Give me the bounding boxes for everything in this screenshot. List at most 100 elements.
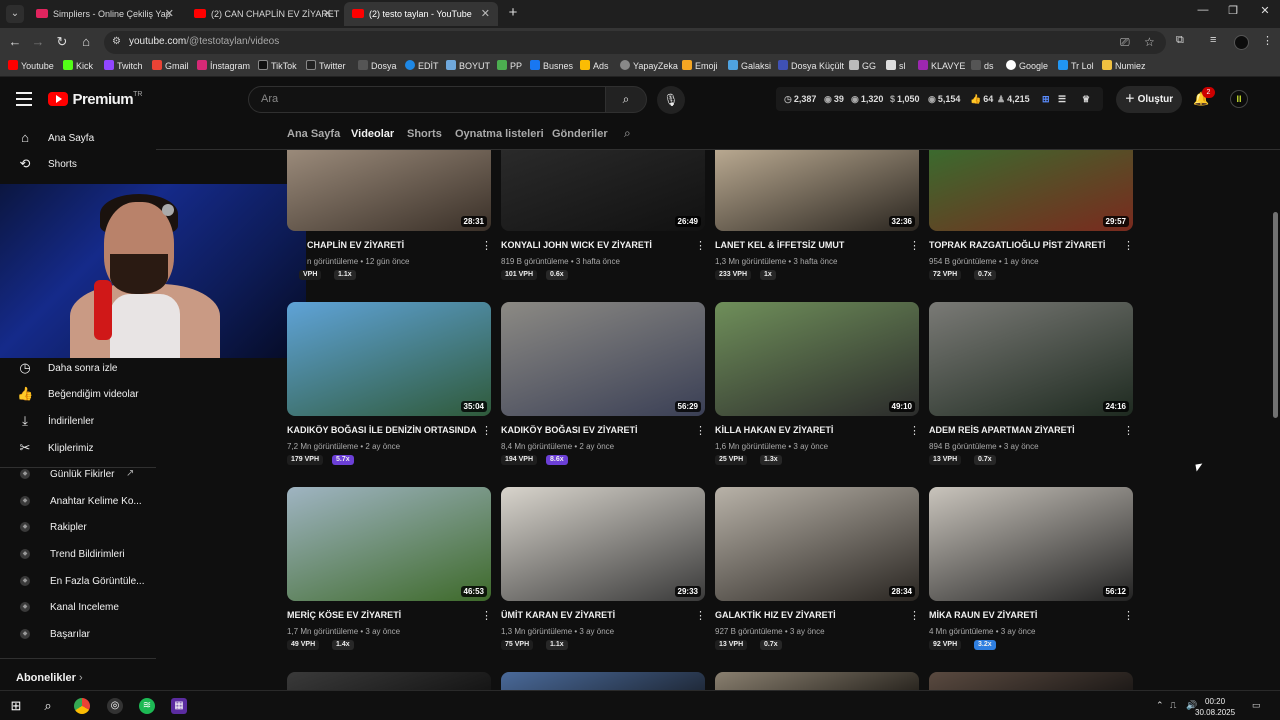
voice-search-button[interactable]: 🎙 — [657, 86, 685, 114]
search-button[interactable]: ⌕ — [605, 86, 647, 113]
close-tab-icon[interactable]: ✕ — [323, 2, 332, 26]
youtube-premium-logo[interactable]: PremiumTR — [48, 91, 143, 109]
sidebar-item-keywords[interactable]: ◆ Anahtar Kelime Ko... — [0, 489, 156, 515]
network-icon[interactable]: ⎍ — [1170, 700, 1176, 711]
bookmark-gmail[interactable]: Gmail — [152, 60, 189, 71]
sidebar-item-watch-later[interactable]: ◷ Daha sonra izle — [0, 356, 156, 382]
bookmark-dosya[interactable]: Dosya — [358, 60, 397, 71]
sidebar-item-competitors[interactable]: ◆ Rakipler — [0, 515, 156, 541]
tab-videos[interactable]: Videolar — [351, 128, 394, 140]
app-icon[interactable]: ▦ — [171, 698, 187, 714]
notification-center-icon[interactable]: ▭ — [1252, 700, 1261, 711]
more-options-icon[interactable]: ⋮ — [1123, 239, 1134, 252]
bookmark-numiez[interactable]: Numiez — [1102, 60, 1146, 71]
browser-tab-1[interactable]: Simpliers - Online Çekiliş Yap ✕ — [28, 2, 182, 26]
close-tab-icon[interactable]: ✕ — [481, 2, 490, 26]
more-options-icon[interactable]: ⋮ — [1123, 424, 1134, 437]
video-thumbnail[interactable]: 35:04 — [287, 302, 491, 416]
bookmark-klavye[interactable]: KLAVYE — [918, 60, 965, 71]
bookmark-edit[interactable]: EDİT — [405, 60, 439, 71]
video-title[interactable]: GALAKTİK HIZ EV ZİYARETİ — [715, 610, 836, 620]
video-thumbnail[interactable] — [287, 672, 491, 690]
tab-shorts[interactable]: Shorts — [407, 128, 442, 140]
extensions-icon[interactable]: ⧉ — [1176, 34, 1184, 47]
video-title[interactable]: ADEM REİS APARTMAN ZİYARETİ — [929, 425, 1075, 435]
restore-icon[interactable]: ❐ — [1218, 4, 1248, 17]
chrome-icon[interactable] — [74, 698, 90, 714]
more-options-icon[interactable]: ⋮ — [695, 239, 706, 252]
more-options-icon[interactable]: ⋮ — [695, 424, 706, 437]
tab-search-button[interactable]: ⌄ — [6, 5, 24, 23]
bookmark-yapayzeka[interactable]: YapayZeka — [620, 60, 678, 71]
bookmark-google[interactable]: Google — [1006, 60, 1048, 71]
browser-tab-2[interactable]: (2) CAN CHAPLİN EV ZİYARETİ ✕ — [186, 2, 340, 26]
bookmark-twitter[interactable]: Twitter — [306, 60, 346, 71]
more-options-icon[interactable]: ⋮ — [1123, 609, 1134, 622]
page-scrollbar[interactable] — [1270, 150, 1280, 690]
media-control-icon[interactable]: ≡ — [1210, 34, 1216, 46]
taskbar-clock[interactable]: 00:20 30.08.2025 — [1195, 696, 1235, 718]
new-tab-button[interactable]: + — [504, 3, 522, 23]
spotify-icon[interactable]: ≋ — [139, 698, 155, 714]
site-info-icon[interactable]: ⚙ — [112, 36, 121, 47]
video-thumbnail[interactable]: 29:33 — [501, 487, 705, 601]
home-icon[interactable]: ⌂ — [76, 33, 96, 51]
bookmark-emoji[interactable]: Emoji — [682, 60, 718, 71]
sidebar-item-downloads[interactable]: ⤓ İndirilenler — [0, 409, 156, 435]
video-thumbnail[interactable]: 32:36 — [715, 150, 919, 231]
video-title[interactable]: MERİÇ KÖSE EV ZİYARETİ — [287, 610, 401, 620]
bookmark-star-icon[interactable]: ☆ — [1144, 35, 1155, 49]
video-title[interactable]: MİKA RAUN EV ZİYARETİ — [929, 610, 1037, 620]
bookmark-galaksi[interactable]: Galaksi — [728, 60, 771, 71]
minimize-icon[interactable]: — — [1188, 4, 1218, 16]
address-bar[interactable]: ⚙ youtube.com/@testotaylan/videos ⎚ ☆ — [104, 31, 1166, 54]
bookmark-youtube[interactable]: Youtube — [8, 60, 54, 71]
video-title[interactable]: KADIKÖY BOĞASI EV ZİYARETİ — [501, 425, 638, 435]
video-thumbnail[interactable]: 26:49 — [501, 150, 705, 231]
bookmark-sl[interactable]: sl — [886, 60, 906, 71]
search-icon[interactable]: ⌕ — [40, 698, 56, 714]
video-thumbnail[interactable]: 28:31 — [287, 150, 491, 231]
profile-avatar[interactable] — [1234, 35, 1249, 50]
back-icon[interactable]: ← — [5, 33, 25, 51]
video-title[interactable]: LANET KEL & İFFETSİZ UMUT — [715, 240, 844, 250]
sidebar-item-daily-ideas[interactable]: ◆ Günlük Fikirler ↗ — [0, 462, 156, 488]
video-thumbnail[interactable] — [715, 672, 919, 690]
video-title[interactable]: KADIKÖY BOĞASI İLE DENİZİN ORTASINDA — [287, 425, 477, 435]
sidebar-item-home[interactable]: ⌂ Ana Sayfa — [0, 126, 156, 152]
bookmark-ads[interactable]: Ads — [580, 60, 609, 71]
close-tab-icon[interactable]: ✕ — [165, 2, 174, 26]
bookmark-trlol[interactable]: Tr Lol — [1058, 60, 1094, 71]
scrollbar-thumb[interactable] — [1273, 212, 1278, 418]
more-options-icon[interactable]: ⋮ — [909, 424, 920, 437]
bookmark-twitch[interactable]: Twitch — [104, 60, 143, 71]
list-icon[interactable]: ☰ — [1058, 94, 1066, 105]
trophy-icon[interactable]: ♕ — [1082, 94, 1090, 105]
translate-icon[interactable]: ⊞ — [1042, 94, 1050, 105]
browser-menu-icon[interactable]: ⋮ — [1262, 34, 1273, 47]
bookmark-pp[interactable]: PP — [497, 60, 522, 71]
account-avatar[interactable]: II — [1230, 90, 1248, 108]
create-button[interactable]: ＋ Oluştur — [1116, 86, 1182, 113]
bookmark-kick[interactable]: Kick — [63, 60, 93, 71]
more-options-icon[interactable]: ⋮ — [909, 239, 920, 252]
close-window-icon[interactable]: ✕ — [1250, 4, 1280, 17]
sidebar-item-clips[interactable]: ✂ Kliplerimiz — [0, 436, 156, 462]
tab-posts[interactable]: Gönderiler — [552, 128, 608, 140]
channel-search-icon[interactable]: ⌕ — [624, 126, 631, 141]
bookmark-dosya-kucult[interactable]: Dosya Küçült — [778, 60, 844, 71]
video-thumbnail[interactable]: 49:10 — [715, 302, 919, 416]
bookmark-ds[interactable]: ds — [971, 60, 994, 71]
video-title[interactable]: TOPRAK RAZGATLIOĞLU PİST ZİYARETİ — [929, 240, 1105, 250]
tab-home[interactable]: Ana Sayfa — [287, 128, 340, 140]
bookmark-busnes[interactable]: Busnes — [530, 60, 573, 71]
windows-start-icon[interactable]: ⊞ — [8, 698, 24, 714]
video-thumbnail[interactable] — [501, 672, 705, 690]
video-thumbnail[interactable]: 28:34 — [715, 487, 919, 601]
video-thumbnail[interactable]: 56:29 — [501, 302, 705, 416]
search-input[interactable]: Ara — [248, 86, 606, 113]
video-thumbnail[interactable]: 46:53 — [287, 487, 491, 601]
bookmark-gg[interactable]: GG — [849, 60, 876, 71]
more-options-icon[interactable]: ⋮ — [481, 424, 492, 437]
obs-icon[interactable]: ◎ — [107, 698, 123, 714]
